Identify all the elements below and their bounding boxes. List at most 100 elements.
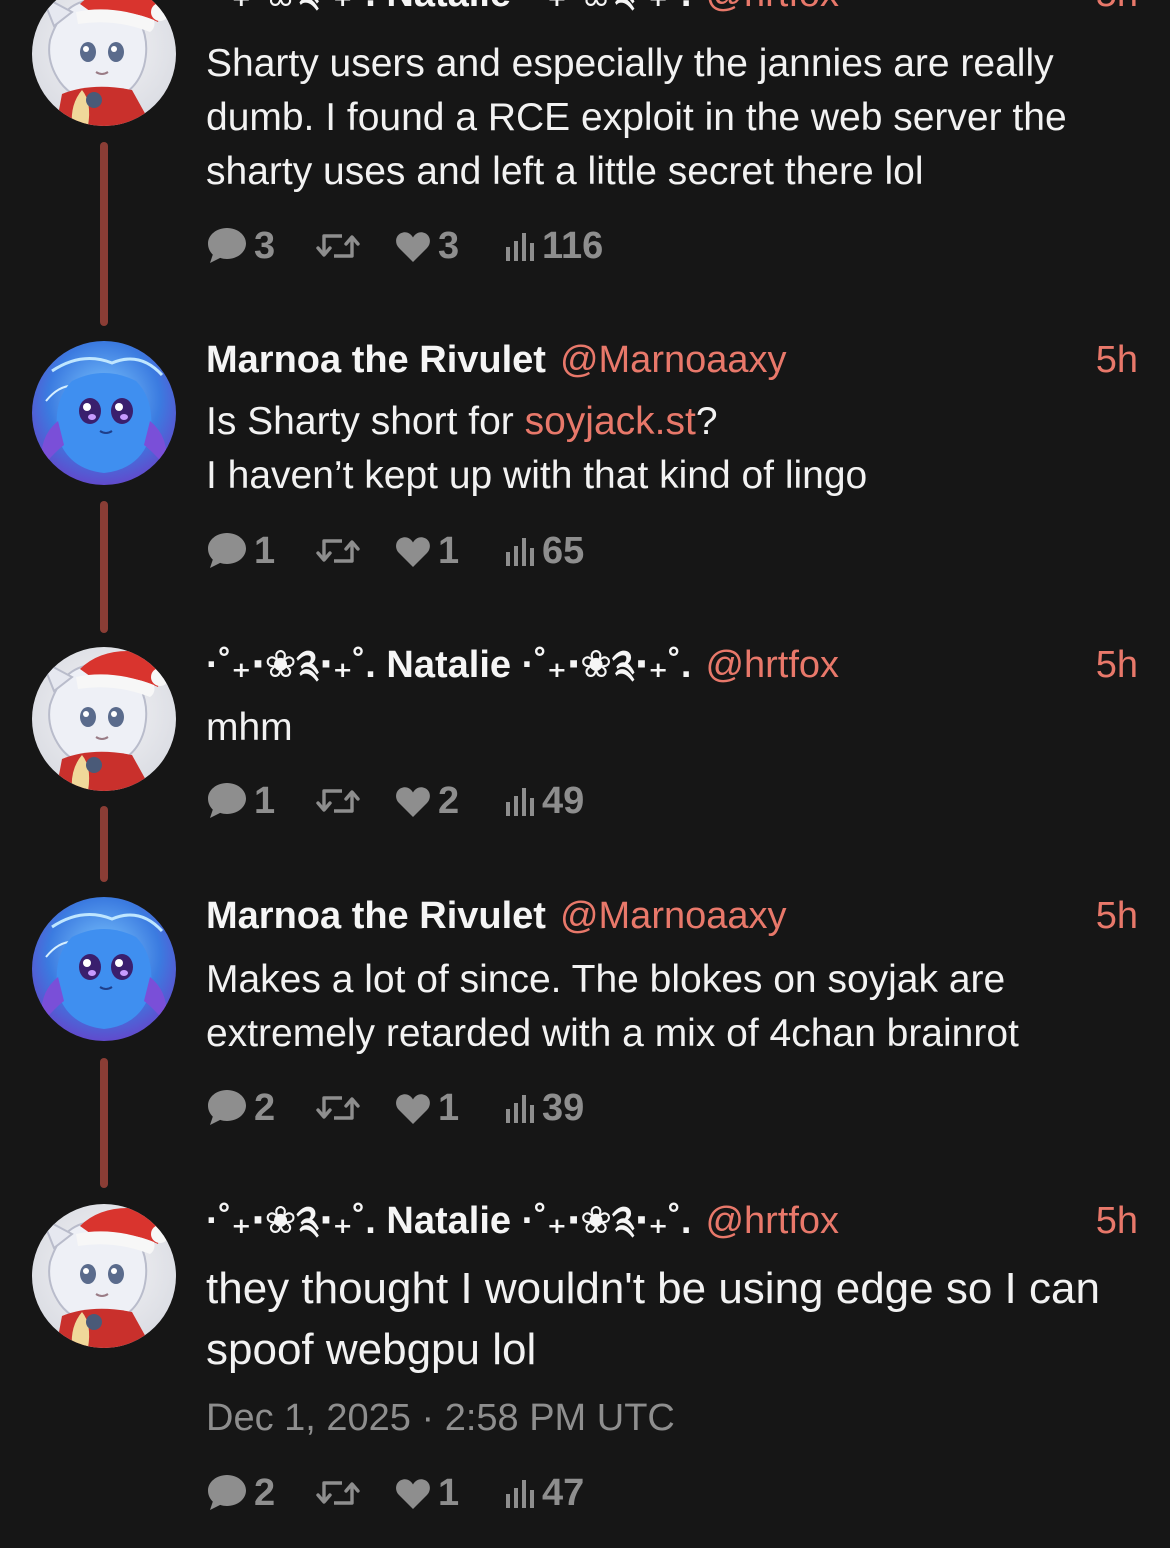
view-count: 65: [542, 529, 585, 572]
reply-button[interactable]: 1: [206, 530, 316, 573]
avatar-natalie[interactable]: [32, 0, 176, 126]
post-text: Makes a lot of since. The blokes on soyj…: [206, 958, 1019, 1055]
thread-view: ·˚₊‧❀༉‧₊˚. Natalie ·˚₊‧❀༉‧₊˚.@hrtfox 5h …: [0, 0, 1170, 1548]
author-name[interactable]: ·˚₊‧❀༉‧₊˚. Natalie ·˚₊‧❀༉‧₊˚.: [206, 644, 691, 686]
author-handle[interactable]: @hrtfox: [705, 644, 839, 686]
post-time[interactable]: 5h: [1096, 0, 1138, 18]
post-time[interactable]: 5h: [1096, 641, 1138, 689]
author-name[interactable]: ·˚₊‧❀༉‧₊˚. Natalie ·˚₊‧❀༉‧₊˚.: [206, 0, 691, 15]
like-count: 3: [438, 224, 460, 267]
repost-icon: [316, 539, 360, 563]
heart-icon: [396, 1479, 430, 1509]
post-text-line-1: Is Sharty short for soyjack.st?: [206, 395, 1140, 449]
views-button[interactable]: 65: [504, 530, 584, 573]
repost-icon: [316, 1481, 360, 1505]
thread-connector: [100, 1058, 108, 1188]
heart-icon: [396, 787, 430, 817]
thread-connector: [100, 501, 108, 633]
post-header: ·˚₊‧❀༉‧₊˚. Natalie ·˚₊‧❀༉‧₊˚. @hrtfox 5h: [206, 1197, 1138, 1245]
avatar-natalie[interactable]: [32, 647, 176, 791]
reply-count: 1: [254, 529, 276, 572]
author-handle[interactable]: @Marnoaaxy: [560, 895, 787, 937]
views-button[interactable]: 49: [504, 780, 584, 823]
like-button[interactable]: 1: [394, 530, 504, 573]
thread-connector: [100, 806, 108, 882]
avatar-marnoa[interactable]: [32, 897, 176, 1041]
like-count: 2: [438, 779, 460, 822]
like-count: 1: [438, 1086, 460, 1129]
post-header: Marnoa the Rivulet @Marnoaaxy 5h: [206, 336, 1138, 384]
author-handle[interactable]: @hrtfox: [705, 1200, 839, 1242]
author-name[interactable]: ·˚₊‧❀༉‧₊˚. Natalie ·˚₊‧❀༉‧₊˚.: [206, 1200, 691, 1242]
reply-icon: [208, 1475, 246, 1510]
thread-connector: [100, 142, 108, 326]
post-text: mhm: [206, 706, 293, 749]
like-button[interactable]: 3: [394, 225, 504, 268]
post-text: Sharty users and especially the jannies …: [206, 42, 1067, 193]
reply-button[interactable]: 1: [206, 780, 316, 823]
repost-button[interactable]: [316, 1090, 394, 1126]
view-count: 39: [542, 1086, 585, 1129]
bar-chart-icon: [506, 1095, 534, 1123]
like-button[interactable]: 1: [394, 1472, 504, 1515]
post-header: Marnoa the Rivulet @Marnoaaxy 5h: [206, 892, 1138, 940]
post-text-line-2: I haven’t kept up with that kind of ling…: [206, 454, 868, 497]
like-button[interactable]: 2: [394, 780, 504, 823]
reply-icon: [208, 1090, 246, 1125]
post-text: Is Sharty short for soyjack.st? I haven’…: [206, 395, 1140, 503]
author-handle[interactable]: @Marnoaaxy: [560, 339, 787, 381]
reply-button[interactable]: 2: [206, 1472, 316, 1515]
post-timestamp[interactable]: Dec 1, 2025 · 2:58 PM UTC: [206, 1394, 675, 1442]
post-link[interactable]: soyjack.st: [525, 400, 696, 443]
like-count: 1: [438, 1471, 460, 1514]
like-button[interactable]: 1: [394, 1087, 504, 1130]
view-count: 47: [542, 1471, 585, 1514]
repost-button[interactable]: [316, 533, 394, 569]
post-time[interactable]: 5h: [1096, 892, 1138, 940]
text-segment: ?: [695, 400, 718, 443]
bar-chart-icon: [506, 788, 534, 816]
repost-button[interactable]: [316, 1475, 394, 1511]
post-actions: 1 2 49: [206, 776, 584, 826]
repost-icon: [316, 1096, 360, 1120]
post-time[interactable]: 5h: [1096, 1197, 1138, 1245]
avatar-natalie[interactable]: [32, 1204, 176, 1348]
heart-icon: [396, 537, 430, 567]
bar-chart-icon: [506, 538, 534, 566]
reply-button[interactable]: 2: [206, 1087, 316, 1130]
text-segment: Is Sharty short for: [206, 400, 525, 443]
repost-button[interactable]: [316, 783, 394, 819]
view-count: 49: [542, 779, 585, 822]
heart-icon: [396, 232, 430, 262]
view-count: 116: [542, 224, 604, 267]
reply-count: 3: [254, 224, 276, 267]
repost-icon: [316, 789, 360, 813]
author-name[interactable]: Marnoa the Rivulet: [206, 895, 546, 937]
reply-button[interactable]: 3: [206, 225, 316, 268]
views-button[interactable]: 39: [504, 1087, 584, 1130]
post-text: they thought I wouldn't be using edge so…: [206, 1264, 1100, 1374]
views-button[interactable]: 116: [504, 225, 603, 268]
heart-icon: [396, 1094, 430, 1124]
repost-icon: [316, 234, 360, 258]
reply-count: 2: [254, 1471, 276, 1514]
post-actions: 3 3 116: [206, 221, 603, 271]
reply-icon: [208, 228, 246, 263]
views-button[interactable]: 47: [504, 1472, 584, 1515]
post-time[interactable]: 5h: [1096, 336, 1138, 384]
post-header: ·˚₊‧❀༉‧₊˚. Natalie ·˚₊‧❀༉‧₊˚. @hrtfox 5h: [206, 641, 1138, 689]
bar-chart-icon: [506, 1480, 534, 1508]
post-header: ·˚₊‧❀༉‧₊˚. Natalie ·˚₊‧❀༉‧₊˚. @hrtfox 5h: [206, 0, 1138, 18]
like-count: 1: [438, 529, 460, 572]
bar-chart-icon: [506, 233, 534, 261]
post-actions: 1 1 65: [206, 526, 584, 576]
post-actions: 2 1 47: [206, 1468, 584, 1518]
avatar-marnoa[interactable]: [32, 341, 176, 485]
reply-count: 2: [254, 1086, 276, 1129]
reply-icon: [208, 783, 246, 818]
reply-icon: [208, 533, 246, 568]
repost-button[interactable]: [316, 228, 394, 264]
author-handle[interactable]: @hrtfox: [705, 0, 839, 15]
post-actions: 2 1 39: [206, 1083, 584, 1133]
author-name[interactable]: Marnoa the Rivulet: [206, 339, 546, 381]
